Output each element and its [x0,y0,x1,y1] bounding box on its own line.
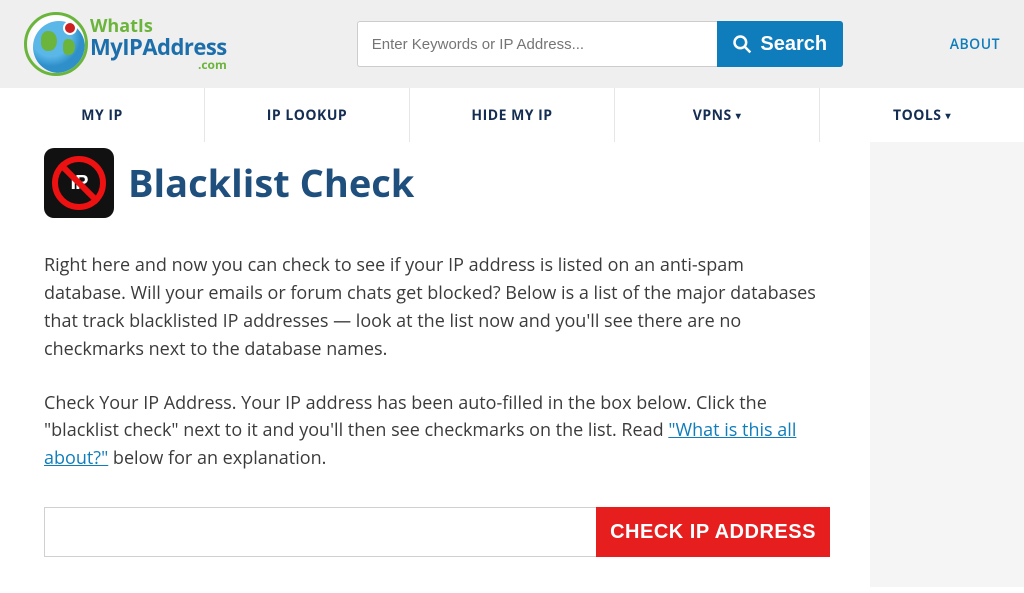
para2-text-b: below for an explanation. [108,446,326,470]
chevron-down-icon: ▾ [945,108,951,122]
nav-label: VPNS [693,106,732,125]
blacklist-icon: IP [44,148,114,218]
intro-paragraph-1: Right here and now you can check to see … [44,252,830,364]
check-ip-button[interactable]: CHECK IP ADDRESS [596,507,830,557]
nav-tools[interactable]: TOOLS ▾ [820,88,1024,142]
search-button[interactable]: Search [717,21,843,67]
nav-label: IP LOOKUP [267,106,347,125]
main-nav: MY IP IP LOOKUP HIDE MY IP VPNS ▾ TOOLS … [0,88,1024,142]
para2-text-a: Check Your IP Address. Your IP address h… [44,391,767,443]
intro-paragraph-2: Check Your IP Address. Your IP address h… [44,390,830,474]
no-symbol-icon: IP [52,156,106,210]
site-logo[interactable]: WhatIs MyIPAddress .com [24,12,227,76]
globe-icon [24,12,88,76]
nav-hide-my-ip[interactable]: HIDE MY IP [410,88,615,142]
blacklist-check-form: CHECK IP ADDRESS [44,507,830,557]
nav-ip-lookup[interactable]: IP LOOKUP [205,88,410,142]
logo-text: WhatIs MyIPAddress .com [90,17,227,72]
search-button-label: Search [760,33,827,56]
right-sidebar [870,142,1024,587]
nav-label: HIDE MY IP [471,106,552,125]
site-search: Search [357,21,843,67]
nav-vpns[interactable]: VPNS ▾ [615,88,820,142]
nav-label: MY IP [81,106,123,125]
about-link[interactable]: ABOUT [950,35,1000,54]
search-icon [732,34,752,54]
nav-label: TOOLS [893,106,942,125]
page-title: Blacklist Check [128,157,414,209]
chevron-down-icon: ▾ [736,108,742,122]
search-input[interactable] [357,21,717,67]
top-bar: WhatIs MyIPAddress .com Search ABOUT [0,0,1024,88]
main-content: IP Blacklist Check Right here and now yo… [0,142,870,587]
nav-my-ip[interactable]: MY IP [0,88,205,142]
ip-address-input[interactable] [44,507,596,557]
